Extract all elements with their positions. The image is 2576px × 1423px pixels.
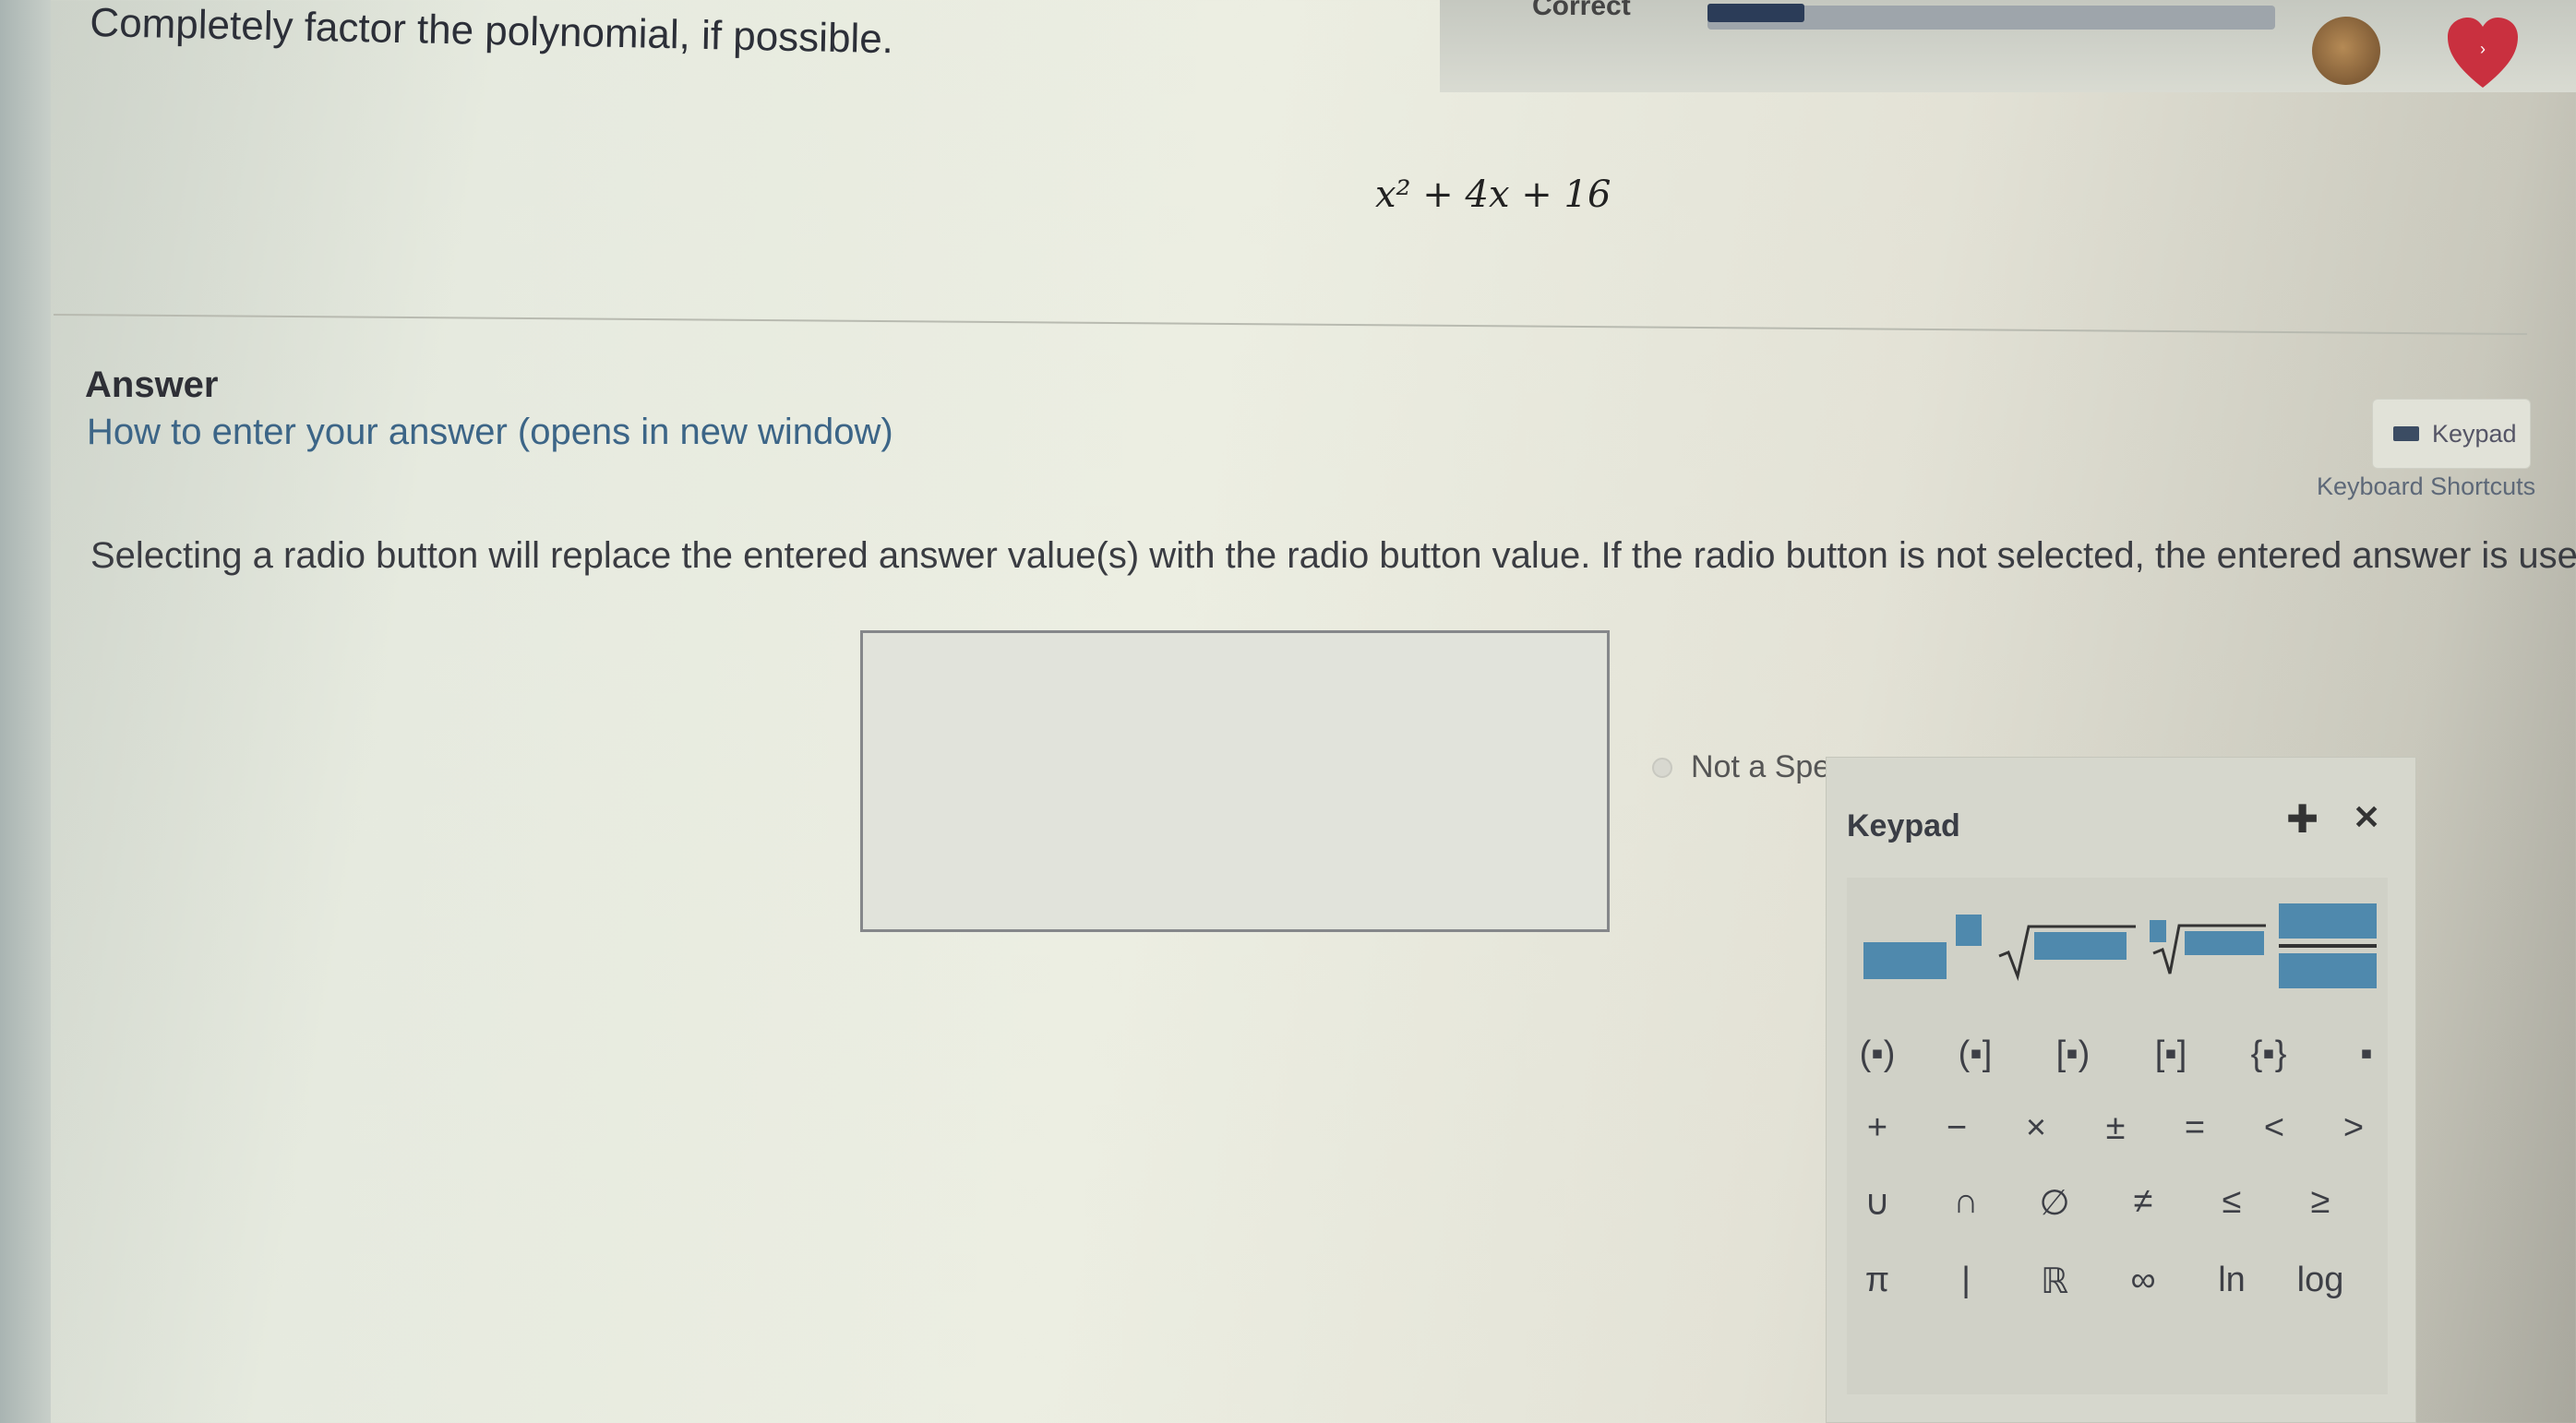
keypad-key[interactable]: ln	[2190, 1261, 2273, 1300]
square-root-key[interactable]	[1997, 919, 2145, 984]
keypad-key[interactable]: >	[2312, 1108, 2395, 1148]
keypad-key[interactable]: ≤	[2190, 1182, 2273, 1222]
keypad-key[interactable]: ≠	[2102, 1182, 2185, 1222]
polynomial-expression: x² + 4x + 16	[1375, 173, 1611, 216]
keypad-key[interactable]: +	[1836, 1108, 1919, 1148]
keypad-key[interactable]: log	[2279, 1261, 2362, 1300]
keypad-key[interactable]: −	[1915, 1108, 1998, 1148]
move-icon[interactable]: ✚	[2286, 796, 2318, 842]
keypad-key[interactable]: =	[2153, 1108, 2236, 1148]
radio-button[interactable]	[1652, 757, 1672, 778]
keyboard-shortcuts-link[interactable]: Keyboard Shortcuts	[2317, 472, 2535, 501]
keypad-key[interactable]: ±	[2074, 1108, 2157, 1148]
keypad-panel: Keypad ✚ ✕ (▪) (▪] [▪) [▪] {▪} ▪ + − × ± = < > ∪ ∩ ∅ ≠ ≤ ≥…	[1826, 757, 2416, 1423]
left-edge	[0, 0, 51, 1423]
keypad-key[interactable]: ∩	[1924, 1182, 2007, 1222]
keypad-key[interactable]: |	[1924, 1261, 2007, 1300]
answer-input[interactable]	[860, 630, 1610, 932]
keypad-key[interactable]: ℝ	[2013, 1261, 2096, 1302]
status-correct: Correct	[1532, 0, 1631, 21]
keypad-title: Keypad	[1847, 808, 1960, 843]
keypad-key[interactable]: <	[2233, 1108, 2316, 1148]
svg-text:›: ›	[2480, 40, 2486, 58]
keyboard-icon	[2393, 426, 2419, 441]
keypad-toggle-button[interactable]: Keypad	[2372, 399, 2531, 469]
keypad-key[interactable]: (▪)	[1836, 1034, 1919, 1074]
keypad-key[interactable]: (▪]	[1934, 1034, 2017, 1074]
progress-fill	[1707, 4, 1804, 22]
avatar[interactable]	[2312, 17, 2380, 85]
keypad-key[interactable]: ≥	[2279, 1182, 2362, 1222]
keypad-key[interactable]: [▪]	[2129, 1034, 2212, 1074]
keypad-key[interactable]: ∅	[2013, 1182, 2096, 1224]
keypad-key[interactable]: ∪	[1836, 1182, 1919, 1224]
answer-heading: Answer	[85, 365, 219, 405]
fraction-key[interactable]	[2279, 903, 2380, 996]
radio-label: Not a Spec	[1691, 749, 1847, 784]
keypad-template-row	[1854, 896, 2377, 998]
keypad-key[interactable]: ∞	[2102, 1261, 2185, 1300]
keypad-toggle-label: Keypad	[2432, 419, 2517, 448]
radio-instructions: Selecting a radio button will replace th…	[90, 535, 2576, 576]
question-prompt: Completely factor the polynomial, if pos…	[89, 0, 894, 63]
keypad-key[interactable]: ×	[1995, 1108, 2078, 1148]
keypad-key[interactable]: π	[1836, 1261, 1919, 1300]
section-divider	[53, 314, 2527, 336]
help-link[interactable]: How to enter your answer (opens in new w…	[87, 412, 893, 453]
radio-option[interactable]: Not a Spec	[1652, 749, 1846, 785]
exponent-key[interactable]	[1863, 915, 1982, 979]
keypad-header[interactable]: Keypad ✚ ✕	[1827, 758, 2415, 878]
heart-icon[interactable]: ›	[2446, 14, 2520, 92]
close-icon[interactable]: ✕	[2353, 798, 2380, 837]
keypad-key[interactable]: [▪)	[2031, 1034, 2115, 1074]
keypad-key[interactable]: ▪	[2325, 1034, 2408, 1074]
nth-root-key[interactable]	[2150, 913, 2270, 981]
keypad-key[interactable]: {▪}	[2227, 1034, 2310, 1074]
